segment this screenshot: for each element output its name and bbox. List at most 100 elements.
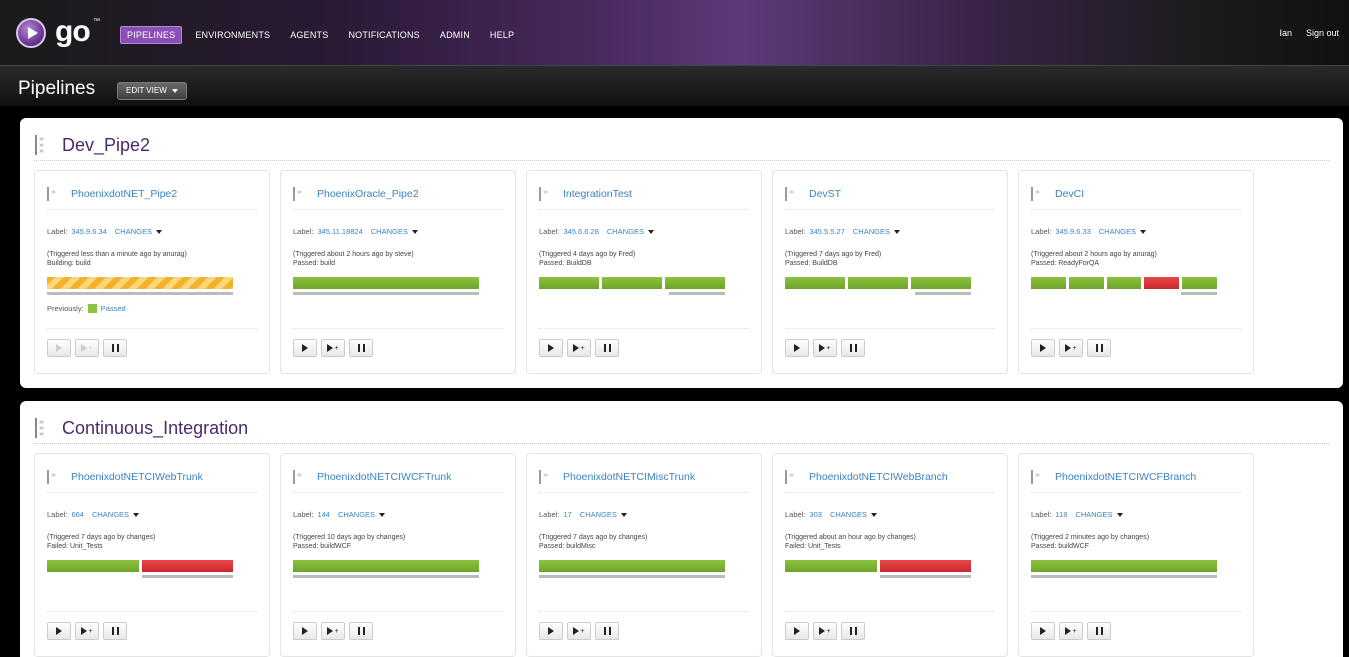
nav-agents[interactable]: AGENTS: [283, 26, 335, 44]
changes-dropdown[interactable]: CHANGES: [607, 227, 654, 236]
stage-building[interactable]: [47, 277, 233, 289]
pipeline-name-link[interactable]: PhoenixOracle_Pipe2: [317, 188, 419, 200]
stage-passed[interactable]: [785, 277, 845, 289]
label-value-link[interactable]: 303: [809, 510, 822, 519]
stage-passed[interactable]: [785, 560, 877, 572]
stage-passed[interactable]: [1106, 277, 1142, 289]
group-name[interactable]: Dev_Pipe2: [62, 135, 150, 156]
pipeline-name-link[interactable]: PhoenixdotNETCIWCFTrunk: [317, 471, 451, 483]
pause-button[interactable]: [595, 339, 619, 357]
trigger-button[interactable]: [293, 622, 317, 640]
nav-help[interactable]: HELP: [483, 26, 521, 44]
pipeline-name-link[interactable]: DevST: [809, 188, 841, 200]
stage-passed[interactable]: [602, 277, 662, 289]
nav-pipelines[interactable]: PIPELINES: [120, 26, 183, 44]
label-value-link[interactable]: 345.11.18824: [317, 227, 362, 236]
label-value-link[interactable]: 664: [71, 510, 84, 519]
nav-notifications[interactable]: NOTIFICATIONS: [341, 26, 426, 44]
trigger-with-options-button[interactable]: +: [1059, 622, 1083, 640]
stage-passed[interactable]: [293, 560, 479, 572]
trigger-button[interactable]: [785, 622, 809, 640]
trigger-button[interactable]: [47, 339, 71, 357]
stage-failed[interactable]: [879, 560, 971, 572]
trigger-with-options-button[interactable]: +: [321, 339, 345, 357]
trigger-with-options-button[interactable]: +: [321, 622, 345, 640]
trigger-button[interactable]: [785, 339, 809, 357]
label-value-link[interactable]: 345.5.5.27: [809, 227, 844, 236]
stage-passed[interactable]: [848, 277, 908, 289]
trigger-button[interactable]: [1031, 622, 1055, 640]
trigger-with-options-button[interactable]: +: [1059, 339, 1083, 357]
trigger-with-options-button[interactable]: +: [813, 622, 837, 640]
stage-underline: [142, 575, 233, 578]
stage-passed[interactable]: [1068, 277, 1104, 289]
changes-dropdown[interactable]: CHANGES: [92, 510, 140, 519]
pause-button[interactable]: [595, 622, 619, 640]
pause-button[interactable]: [349, 339, 373, 357]
stage-passed[interactable]: [665, 277, 725, 289]
stage-passed[interactable]: [911, 277, 971, 289]
trigger-with-options-button[interactable]: +: [75, 339, 99, 357]
stage-passed[interactable]: [1182, 277, 1217, 289]
stage-passed[interactable]: [293, 277, 479, 289]
pause-button[interactable]: [1087, 339, 1111, 357]
label-prefix: Label:: [785, 510, 806, 519]
changes-dropdown[interactable]: CHANGES: [115, 227, 162, 236]
stage-failed[interactable]: [1144, 277, 1180, 289]
user-name[interactable]: Ian: [1279, 28, 1292, 38]
changes-dropdown[interactable]: CHANGES: [1099, 227, 1146, 236]
trigger-with-options-button[interactable]: +: [567, 622, 591, 640]
pipeline-name-link[interactable]: PhoenixdotNETCIWebBranch: [809, 471, 948, 483]
label-row: Label: 345.11.18824 CHANGES: [293, 227, 418, 236]
label-value-link[interactable]: 17: [563, 510, 571, 519]
trigger-button[interactable]: [539, 622, 563, 640]
changes-dropdown[interactable]: CHANGES: [338, 510, 386, 519]
changes-dropdown[interactable]: CHANGES: [830, 510, 878, 519]
nav-admin[interactable]: ADMIN: [433, 26, 477, 44]
logo-text[interactable]: go: [55, 16, 91, 48]
pause-button[interactable]: [103, 339, 127, 357]
group-name[interactable]: Continuous_Integration: [62, 418, 248, 439]
edit-view-button[interactable]: EDIT VIEW: [117, 82, 187, 100]
pause-icon: [1095, 344, 1103, 352]
changes-dropdown[interactable]: CHANGES: [1075, 510, 1123, 519]
chevron-down-icon: [871, 512, 878, 517]
nav-environments[interactable]: ENVIRONMENTS: [188, 26, 277, 44]
pipeline-name-link[interactable]: IntegrationTest: [563, 188, 632, 200]
trigger-with-options-button[interactable]: +: [567, 339, 591, 357]
trigger-button[interactable]: [293, 339, 317, 357]
stage-passed[interactable]: [539, 277, 599, 289]
pause-button[interactable]: [349, 622, 373, 640]
label-value-link[interactable]: 345.9.6.33: [1055, 227, 1090, 236]
stage-passed[interactable]: [1031, 560, 1217, 572]
changes-dropdown[interactable]: CHANGES: [580, 510, 627, 519]
changes-dropdown[interactable]: CHANGES: [853, 227, 900, 236]
stage-passed[interactable]: [47, 560, 139, 572]
pipeline-name-link[interactable]: PhoenixdotNETCIWCFBranch: [1055, 471, 1196, 483]
stage-passed[interactable]: [539, 560, 725, 572]
go-logo-icon[interactable]: [16, 18, 46, 48]
pause-button[interactable]: [841, 339, 865, 357]
pipeline-name-link[interactable]: PhoenixdotNETCIWebTrunk: [71, 471, 203, 483]
sign-out-link[interactable]: Sign out: [1306, 28, 1339, 38]
pipeline-card: ››› PhoenixdotNETCIWebBranch Label: 303 …: [772, 453, 1008, 657]
previous-status-link[interactable]: Passed: [101, 304, 126, 313]
trigger-button[interactable]: [47, 622, 71, 640]
pipeline-name-link[interactable]: PhoenixdotNET_Pipe2: [71, 188, 177, 200]
trigger-button[interactable]: [539, 339, 563, 357]
trigger-with-options-button[interactable]: +: [813, 339, 837, 357]
label-value-link[interactable]: 118: [1055, 510, 1067, 519]
stage-failed[interactable]: [141, 560, 233, 572]
trigger-button[interactable]: [1031, 339, 1055, 357]
label-value-link[interactable]: 345.9.6.34: [71, 227, 106, 236]
pause-button[interactable]: [841, 622, 865, 640]
label-value-link[interactable]: 144: [317, 510, 330, 519]
pause-button[interactable]: [103, 622, 127, 640]
stage-passed[interactable]: [1031, 277, 1066, 289]
pause-button[interactable]: [1087, 622, 1111, 640]
pipeline-name-link[interactable]: PhoenixdotNETCIMiscTrunk: [563, 471, 695, 483]
trigger-with-options-button[interactable]: +: [75, 622, 99, 640]
label-value-link[interactable]: 345.6.6.28: [563, 227, 598, 236]
changes-dropdown[interactable]: CHANGES: [371, 227, 418, 236]
pipeline-name-link[interactable]: DevCI: [1055, 188, 1084, 200]
